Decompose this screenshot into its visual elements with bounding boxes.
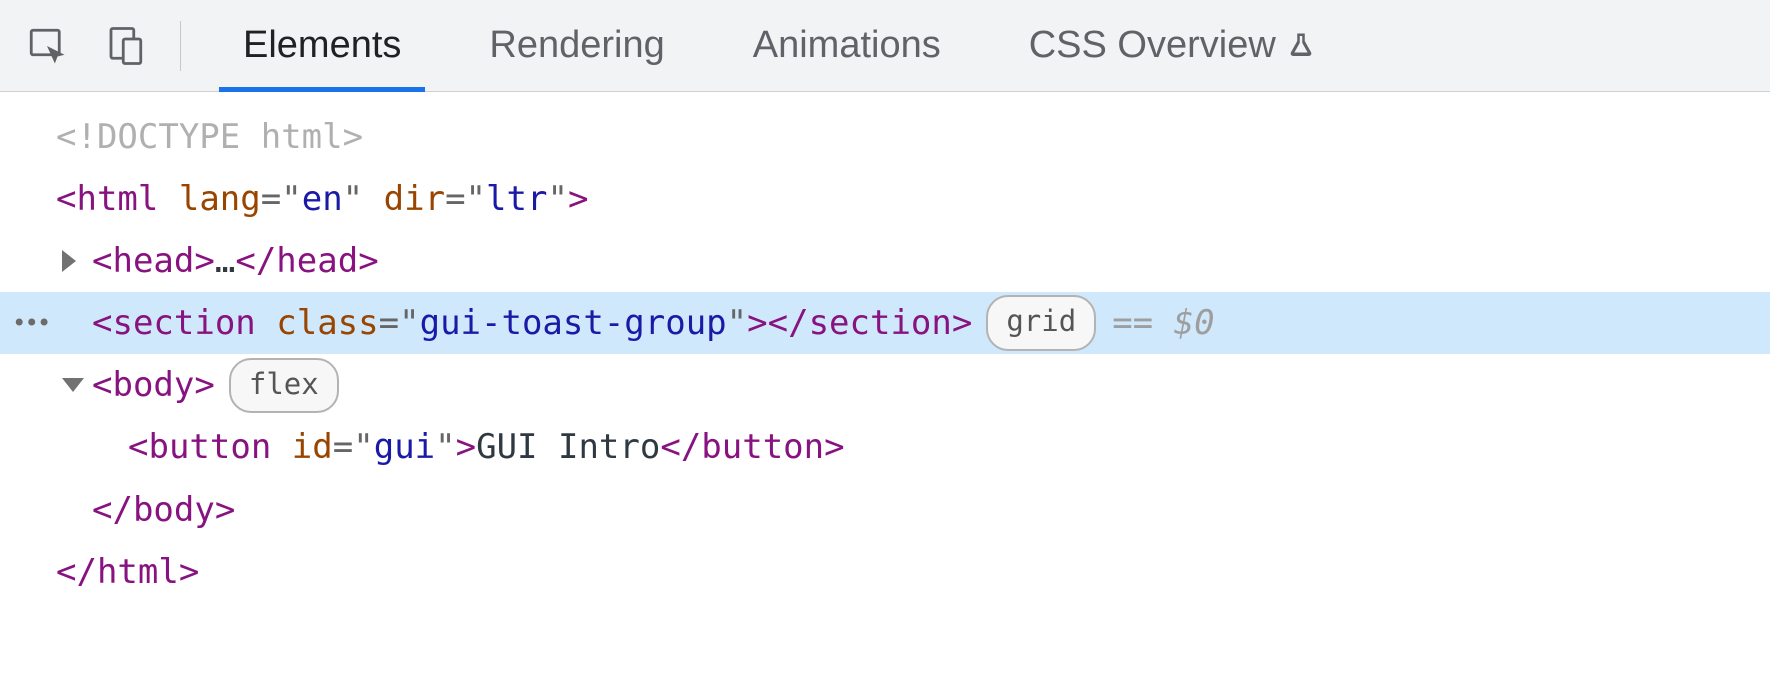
collapse-arrow-icon[interactable] xyxy=(62,378,84,392)
layout-badge-flex[interactable]: flex xyxy=(229,358,339,414)
tab-css-overview[interactable]: CSS Overview xyxy=(985,0,1360,91)
dom-node-body-close[interactable]: </body> xyxy=(0,479,1770,541)
toolbar-divider xyxy=(180,21,181,71)
tab-elements[interactable]: Elements xyxy=(199,0,445,91)
device-toggle-icon[interactable] xyxy=(100,21,150,71)
devtools-toolbar: Elements Rendering Animations CSS Overvi… xyxy=(0,0,1770,92)
dom-node-section[interactable]: <section class="gui-toast-group"></secti… xyxy=(0,292,1770,354)
dom-node-html-close[interactable]: </html> xyxy=(0,541,1770,603)
dom-node-button[interactable]: <button id="gui"> GUI Intro </button> xyxy=(0,416,1770,478)
dom-node-body-open[interactable]: <body> flex xyxy=(0,354,1770,416)
layout-badge-grid[interactable]: grid xyxy=(986,295,1096,351)
tab-label: CSS Overview xyxy=(1029,24,1276,67)
inspect-element-icon[interactable] xyxy=(22,21,72,71)
panel-tabs: Elements Rendering Animations CSS Overvi… xyxy=(199,0,1360,91)
tab-rendering[interactable]: Rendering xyxy=(445,0,708,91)
tab-label: Rendering xyxy=(489,24,664,67)
elements-dom-tree[interactable]: <!DOCTYPE html> <html lang="en" dir="ltr… xyxy=(0,92,1770,633)
dom-node-html-open[interactable]: <html lang="en" dir="ltr"> xyxy=(0,168,1770,230)
dom-node-doctype[interactable]: <!DOCTYPE html> xyxy=(0,106,1770,168)
dom-node-head[interactable]: <head>…</head> xyxy=(0,230,1770,292)
tab-animations[interactable]: Animations xyxy=(709,0,985,91)
doctype-text: <!DOCTYPE html> xyxy=(56,109,363,165)
beaker-icon xyxy=(1286,31,1316,61)
selected-node-hint: == $0 xyxy=(1112,295,1214,351)
expand-arrow-icon[interactable] xyxy=(62,250,76,272)
tab-label: Elements xyxy=(243,24,401,67)
tab-label: Animations xyxy=(753,24,941,67)
